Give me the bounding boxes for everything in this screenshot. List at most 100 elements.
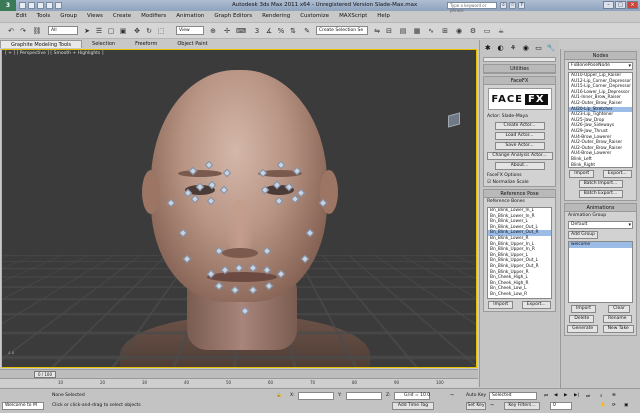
- load-actor-button[interactable]: Load Actor...: [495, 132, 545, 140]
- redo-icon[interactable]: ↷: [18, 26, 28, 36]
- menu-animation[interactable]: Animation: [176, 12, 204, 21]
- mirror-icon[interactable]: ⇋: [372, 26, 382, 36]
- menu-maxscript[interactable]: MAXScript: [339, 12, 367, 21]
- pivot-center-icon[interactable]: ⊕: [208, 26, 218, 36]
- utilities-rollout-header[interactable]: Utilities: [484, 65, 555, 73]
- zoom-icon[interactable]: ⌕: [600, 393, 603, 399]
- material-editor-icon[interactable]: ◉: [454, 26, 464, 36]
- display-tab-icon[interactable]: ▭: [534, 43, 544, 53]
- menu-views[interactable]: Views: [87, 12, 103, 21]
- render-icon[interactable]: ☕: [496, 26, 506, 36]
- create-actor-button[interactable]: Create Actor...: [495, 122, 545, 130]
- reference-export-button[interactable]: Export...: [522, 301, 551, 309]
- curve-editor-icon[interactable]: ∿: [426, 26, 436, 36]
- create-tab-icon[interactable]: ✱: [483, 43, 493, 53]
- selection-set-dropdown[interactable]: Selected: [489, 392, 537, 400]
- node-item[interactable]: AU15-Lip_Corner_Depressor: [569, 84, 632, 90]
- animation-item[interactable]: welcome: [569, 242, 632, 248]
- current-frame-field[interactable]: 0: [550, 402, 572, 410]
- graphite-toggle-icon[interactable]: ▦: [412, 26, 422, 36]
- menu-customize[interactable]: Customize: [300, 12, 329, 21]
- menu-graph-editors[interactable]: Graph Editors: [214, 12, 252, 21]
- hierarchy-tab-icon[interactable]: ⚘: [508, 43, 518, 53]
- selection-filter-dropdown[interactable]: All: [48, 26, 78, 35]
- viewcube-icon[interactable]: [448, 112, 460, 127]
- facefx-rollout-header[interactable]: FaceFX: [484, 77, 555, 85]
- undo-icon[interactable]: [46, 2, 53, 9]
- select-object-icon[interactable]: ➤: [82, 26, 92, 36]
- time-slider[interactable]: 0 / 100: [0, 369, 478, 378]
- checkbox-icon[interactable]: ☑: [487, 180, 491, 185]
- minimize-button[interactable]: –: [603, 1, 614, 9]
- lock-selection-icon[interactable]: 🔒: [276, 393, 282, 398]
- render-setup-icon[interactable]: ⚙: [468, 26, 478, 36]
- window-crossing-icon[interactable]: ▣: [118, 26, 128, 36]
- save-file-icon[interactable]: [37, 2, 44, 9]
- animation-new-take-button[interactable]: New Take: [603, 325, 634, 333]
- help-icon[interactable]: ?: [518, 2, 525, 9]
- select-manipulate-icon[interactable]: ✢: [222, 26, 232, 36]
- close-button[interactable]: ×: [627, 1, 638, 9]
- track-bar[interactable]: 10 20 30 40 50 60 70 80 90 100: [0, 378, 478, 387]
- menu-rendering[interactable]: Rendering: [262, 12, 290, 21]
- viewport-label[interactable]: [ + ] [ Perspective ] [ Smooth + Highlig…: [5, 51, 103, 56]
- tab-graphite-modeling-tools[interactable]: Graphite Modeling Tools: [0, 40, 82, 48]
- maximize-viewport-icon[interactable]: ▣: [624, 403, 628, 408]
- layer-manager-icon[interactable]: ▤: [398, 26, 408, 36]
- tab-selection[interactable]: Selection: [82, 40, 125, 48]
- x-coordinate-field[interactable]: [298, 392, 334, 400]
- nodes-list[interactable]: AU10-Upper_Lip_Raiser AU12-Lip_Corner_Dep…: [568, 72, 633, 168]
- maxscript-listener-input[interactable]: Welcome to M: [2, 402, 44, 410]
- play-icon[interactable]: ▶: [564, 393, 567, 398]
- menu-create[interactable]: Create: [113, 12, 131, 21]
- save-actor-button[interactable]: Save Actor...: [495, 142, 545, 150]
- nodes-header[interactable]: Nodes: [565, 52, 636, 60]
- zoom-all-icon[interactable]: ⊕: [612, 393, 616, 398]
- menu-edit[interactable]: Edit: [16, 12, 27, 21]
- angle-snap-icon[interactable]: ∡: [264, 26, 274, 36]
- nodes-import-button[interactable]: Import: [569, 170, 594, 178]
- change-analysis-actor-button[interactable]: Change Analysis Actor...: [487, 152, 553, 160]
- animation-clear-button[interactable]: Clear: [608, 305, 630, 313]
- binoculars-icon[interactable]: ⌕: [500, 2, 507, 9]
- move-icon[interactable]: ✥: [132, 26, 142, 36]
- animation-group-dropdown[interactable]: Default: [568, 221, 633, 229]
- maximize-button[interactable]: □: [615, 1, 626, 9]
- tab-freeform[interactable]: Freeform: [125, 40, 167, 48]
- rendered-frame-icon[interactable]: ▭: [482, 26, 492, 36]
- batch-export-button[interactable]: Batch Export...: [579, 190, 623, 198]
- key-mode-icon[interactable]: ⊸: [490, 403, 494, 408]
- region-select-icon[interactable]: ▢: [106, 26, 116, 36]
- star-icon[interactable]: ☆: [509, 2, 516, 9]
- animation-generate-button[interactable]: Generate: [567, 325, 598, 333]
- pan-icon[interactable]: ✋: [600, 403, 606, 408]
- link-icon[interactable]: ⛓: [32, 26, 42, 36]
- open-file-icon[interactable]: [28, 2, 35, 9]
- next-frame-icon[interactable]: ▶|: [574, 393, 579, 398]
- nodes-export-button[interactable]: Export...: [603, 170, 632, 178]
- edit-named-selection-icon[interactable]: ✎: [302, 26, 312, 36]
- search-input[interactable]: Type a keyword or phrase: [447, 2, 497, 9]
- motion-tab-icon[interactable]: ◉: [521, 43, 531, 53]
- menu-tools[interactable]: Tools: [37, 12, 51, 21]
- new-file-icon[interactable]: [19, 2, 26, 9]
- app-logo-icon[interactable]: 3: [0, 0, 16, 11]
- prev-frame-icon[interactable]: ◀: [554, 393, 557, 398]
- reference-import-button[interactable]: Import: [488, 301, 513, 309]
- animation-delete-button[interactable]: Delete: [569, 315, 594, 323]
- normalize-scale-checkbox[interactable]: ☑ Normalize Scale: [484, 179, 555, 186]
- menu-modifiers[interactable]: Modifiers: [141, 12, 166, 21]
- reference-bones-list[interactable]: Bn_Blink_Lower_In_L Bn_Blink_Lower_In_R Bn…: [487, 207, 552, 299]
- animations-list[interactable]: welcome: [568, 241, 633, 303]
- undo-icon[interactable]: ↶: [6, 26, 16, 36]
- animations-header[interactable]: Animations: [565, 204, 636, 212]
- reference-coordinate-dropdown[interactable]: View: [176, 26, 204, 35]
- percent-snap-icon[interactable]: %: [276, 26, 286, 36]
- utilities-tab-icon[interactable]: 🔧: [546, 43, 556, 53]
- reference-pose-header[interactable]: Reference Pose: [484, 190, 555, 198]
- named-selection-dropdown[interactable]: Create Selection Se: [316, 26, 368, 35]
- go-to-end-icon[interactable]: ⏭: [586, 393, 590, 399]
- scale-icon[interactable]: ⬚: [156, 26, 166, 36]
- y-coordinate-field[interactable]: [346, 392, 382, 400]
- batch-import-button[interactable]: Batch Import...: [579, 180, 623, 188]
